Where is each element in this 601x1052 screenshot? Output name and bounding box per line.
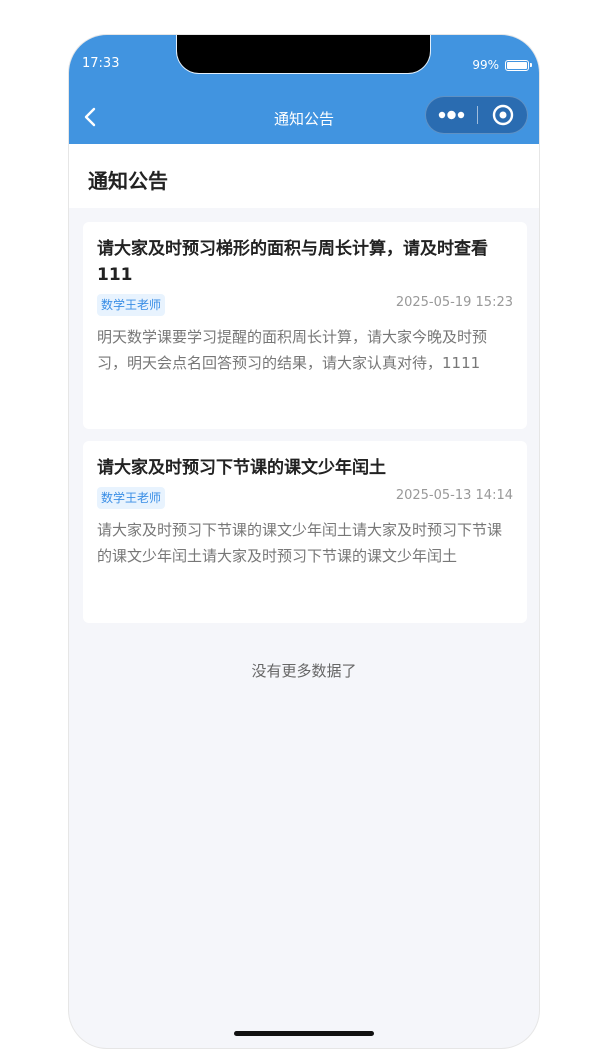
no-more-data-text: 没有更多数据了: [251, 662, 357, 680]
notice-card[interactable]: 请大家及时预习梯形的面积与周长计算，请及时查看111 数学王老师 2025-05…: [83, 222, 527, 429]
nav-bar: 通知公告: [69, 91, 539, 144]
page-header: 通知公告: [69, 144, 539, 208]
battery-fill: [507, 61, 527, 69]
notice-title: 请大家及时预习梯形的面积与周长计算，请及时查看111: [97, 239, 488, 285]
notice-card[interactable]: 请大家及时预习下节课的课文少年闰土 数学王老师 2025-05-13 14:14…: [83, 441, 527, 623]
phone-frame: 17:33 99% 通知公告 通知公告 请大家及时预习梯形的面积与周长计算，请及…: [69, 35, 539, 1048]
battery-icon: [505, 59, 532, 71]
notice-content: 明天数学课要学习提醒的面积周长计算，请大家今晚及时预习，明天会点名回答预习的结果…: [97, 328, 488, 372]
notice-date: 2025-05-13 14:14: [395, 488, 513, 503]
notice-meta: 数学王老师 2025-05-19 15:23: [97, 292, 513, 318]
mini-program-capsule: [425, 96, 528, 134]
camera-notch: [177, 35, 430, 73]
status-bar: 17:33 99%: [69, 35, 539, 91]
more-dots-icon: [438, 110, 465, 120]
notice-content: 请大家及时预习下节课的课文少年闰土请大家及时预习下节课的课文少年闰土请大家及时预…: [97, 521, 503, 565]
battery-percent: 99%: [472, 58, 499, 72]
battery-indicator: 99%: [472, 58, 532, 72]
author-tag: 数学王老师: [97, 294, 166, 316]
notice-date: 2025-05-19 15:23: [395, 295, 513, 310]
notice-meta: 数学王老师 2025-05-13 14:14: [97, 485, 513, 511]
page-title: 通知公告: [88, 169, 168, 193]
notice-title: 请大家及时预习下节课的课文少年闰土: [97, 458, 386, 478]
close-mini-program-button[interactable]: [478, 97, 527, 133]
author-tag: 数学王老师: [97, 487, 166, 509]
target-circle-icon: [492, 104, 514, 126]
status-time: 17:33: [82, 56, 120, 71]
more-menu-button[interactable]: [426, 97, 477, 133]
home-indicator: [234, 1031, 374, 1036]
